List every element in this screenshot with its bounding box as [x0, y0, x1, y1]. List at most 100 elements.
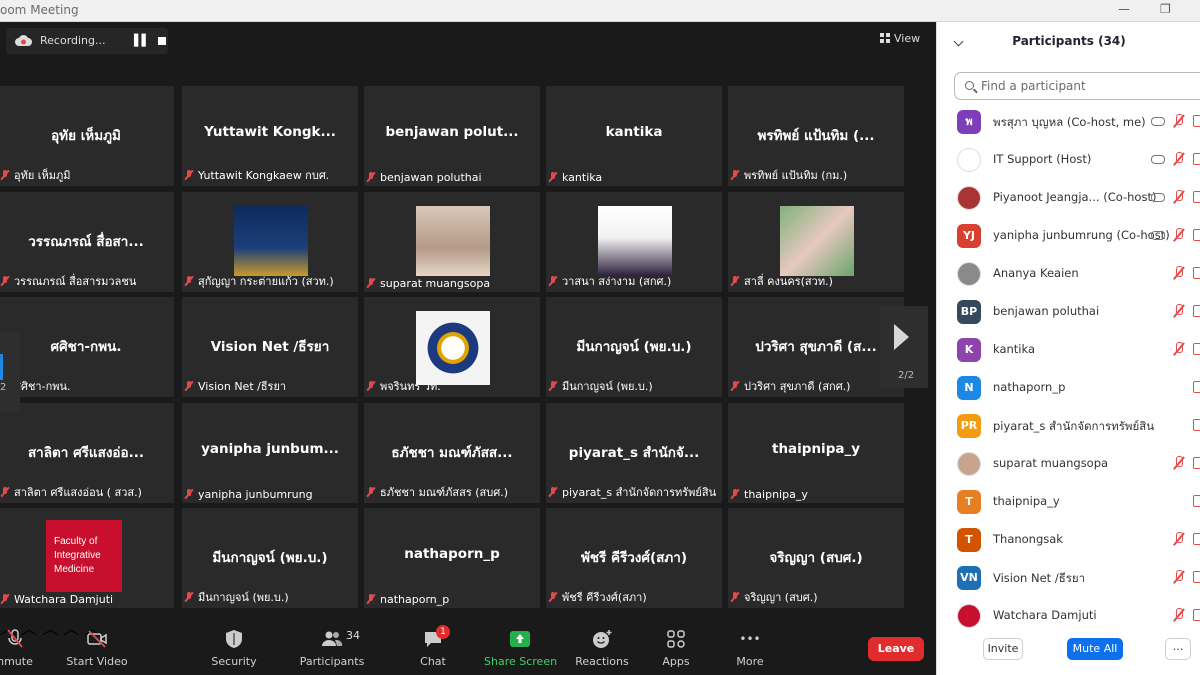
- video-off-icon[interactable]: [1193, 381, 1200, 393]
- mic-muted-icon: [7, 629, 23, 648]
- tile-label-text: วรรณภรณ์ สื่อสารมวลชน: [14, 275, 137, 288]
- panel-more-button[interactable]: ...: [1165, 638, 1191, 660]
- participant-row[interactable]: พ พรสุภา บุญหล (Co-host, me): [937, 103, 1200, 141]
- participant-avatar: PR: [957, 414, 981, 438]
- reactions-button[interactable]: Reactions: [572, 615, 632, 675]
- video-off-icon[interactable]: [1193, 457, 1200, 469]
- participant-row[interactable]: BP benjawan poluthai: [937, 293, 1200, 331]
- muted-mic-icon[interactable]: [1173, 266, 1183, 280]
- participant-row[interactable]: PR piyarat_s สำนักจัดการทรัพย์สิน: [937, 407, 1200, 445]
- apps-button[interactable]: Apps: [652, 615, 700, 675]
- participant-avatar: T: [957, 490, 981, 514]
- muted-mic-icon[interactable]: [1173, 342, 1183, 356]
- video-off-icon[interactable]: [1193, 533, 1200, 545]
- participant-tile[interactable]: สาลี่ คงนคร(สวท.): [728, 192, 904, 292]
- video-off-icon[interactable]: [1193, 305, 1200, 317]
- muted-mic-icon: [548, 172, 558, 182]
- participant-row[interactable]: Kkantika: [937, 331, 1200, 369]
- video-off-icon[interactable]: [1193, 153, 1200, 165]
- participant-tile[interactable]: ศศิชา-กพน. ศศิชา-กพน.: [0, 297, 174, 397]
- participant-tile[interactable]: benjawan polut... benjawan poluthai: [364, 86, 540, 186]
- participant-tile[interactable]: suparat muangsopa: [364, 192, 540, 292]
- participant-tile[interactable]: nathaporn_p nathaporn_p: [364, 508, 540, 608]
- participant-row[interactable]: suparat muangsopa: [937, 445, 1200, 483]
- participant-tile[interactable]: มีนกาญจน์ (พย.บ.) มีนกาญจน์ (พย.บ.): [182, 508, 358, 608]
- participant-row[interactable]: Piyanoot Jeangja... (Co-host): [937, 179, 1200, 217]
- tile-display-name: จริญญา (สบศ.): [769, 550, 863, 566]
- participant-tile[interactable]: วาสนา สง่างาม (สกศ.): [546, 192, 722, 292]
- participant-tile[interactable]: วรรณภรณ์ สื่อสา... วรรณภรณ์ สื่อสารมวลชน: [0, 192, 174, 292]
- video-off-icon[interactable]: [1193, 267, 1200, 279]
- view-button[interactable]: View: [880, 32, 920, 45]
- participant-search[interactable]: [954, 72, 1200, 100]
- participant-tile[interactable]: thaipnipa_y thaipnipa_y: [728, 403, 904, 503]
- participant-tile[interactable]: yanipha junbum... yanipha junbumrung: [182, 403, 358, 503]
- security-button[interactable]: Security: [204, 615, 264, 675]
- recording-label: Recording...: [40, 34, 106, 47]
- participants-button[interactable]: 34 Participants: [298, 615, 366, 675]
- participant-row[interactable]: Watchara Damjuti: [937, 597, 1200, 635]
- stop-recording-button[interactable]: [158, 37, 166, 45]
- muted-mic-icon[interactable]: [1173, 304, 1183, 318]
- mute-all-button[interactable]: Mute All: [1067, 638, 1123, 660]
- muted-mic-icon[interactable]: [1173, 532, 1183, 546]
- more-button[interactable]: ••• More: [726, 615, 774, 675]
- video-off-icon[interactable]: [1193, 571, 1200, 583]
- muted-mic-icon[interactable]: [1173, 608, 1183, 622]
- participant-tile[interactable]: Faculty of Integrative Medicine Watchara Da…: [0, 508, 174, 608]
- minimize-icon[interactable]: —: [1118, 2, 1130, 16]
- video-off-icon[interactable]: [1193, 495, 1200, 507]
- participant-tile[interactable]: piyarat_s สำนักจั... piyarat_s สำนักจัดกา…: [546, 403, 722, 503]
- panel-footer: Invite Mute All ...: [937, 636, 1200, 675]
- video-off-icon[interactable]: [1193, 115, 1200, 127]
- participant-row[interactable]: YJ yanipha junbumrung (Co-host): [937, 217, 1200, 255]
- participant-row[interactable]: VN Vision Net /ธีรยา: [937, 559, 1200, 597]
- participant-tile[interactable]: สาลิตา ศรีแสงอ่อ... สาลิตา ศรีแสงอ่อน ( ส…: [0, 403, 174, 503]
- recording-cloud-icon: [1151, 155, 1165, 164]
- muted-mic-icon[interactable]: [1173, 456, 1183, 470]
- restore-icon[interactable]: ❐: [1160, 2, 1171, 16]
- muted-mic-icon[interactable]: [1173, 190, 1183, 204]
- participant-tile[interactable]: kantika kantika: [546, 86, 722, 186]
- participant-tile[interactable]: มีนกาญจน์ (พย.บ.) มีนกาญจน์ (พย.บ.): [546, 297, 722, 397]
- participant-tile[interactable]: พัชรี คีรีวงศ์(สภา) พัชรี คีรีวงศ์(สภา): [546, 508, 722, 608]
- participant-row[interactable]: Nnathaporn_p: [937, 369, 1200, 407]
- muted-mic-icon[interactable]: [1173, 228, 1183, 242]
- participant-tile[interactable]: พจรินทร์ วท.: [364, 297, 540, 397]
- muted-mic-icon[interactable]: [1173, 114, 1183, 128]
- participant-tile[interactable]: พรทิพย์ แป้นทิม (... พรทิพย์ แป้นทิม (กม.…: [728, 86, 904, 186]
- participants-icon: [322, 631, 343, 646]
- share-screen-button[interactable]: Share Screen: [484, 615, 557, 675]
- participant-row[interactable]: Ananya Keaien: [937, 255, 1200, 293]
- participants-options-chevron-icon[interactable]: ︿: [42, 619, 58, 638]
- video-off-icon[interactable]: [1193, 419, 1200, 431]
- participant-tile[interactable]: อุทัย เห็มภูมิ อุทัย เห็มภูมิ: [0, 86, 174, 186]
- participant-row[interactable]: Tthaipnipa_y: [937, 483, 1200, 521]
- video-off-icon[interactable]: [1193, 609, 1200, 621]
- next-page-button[interactable]: 2/2: [880, 306, 928, 388]
- leave-button[interactable]: Leave: [868, 637, 924, 661]
- muted-mic-icon[interactable]: [1173, 152, 1183, 166]
- participant-tile[interactable]: สุกัญญา กระต่ายแก้ว (สวท.): [182, 192, 358, 292]
- tile-label-text: suparat muangsopa: [380, 277, 491, 290]
- participants-title: Participants (34): [1012, 34, 1126, 48]
- invite-button[interactable]: Invite: [983, 638, 1023, 660]
- pause-recording-button[interactable]: ▌▌: [134, 34, 150, 47]
- muted-mic-icon[interactable]: [1173, 570, 1183, 584]
- participant-tile[interactable]: ธภัชชา มณฑ์ภัสส... ธภัชชา มณฑ์ภัสสร (สบศ.…: [364, 403, 540, 503]
- participant-row[interactable]: IT Support (Host): [937, 141, 1200, 179]
- participant-tile[interactable]: จริญญา (สบศ.) จริญญา (สบศ.): [728, 508, 904, 608]
- video-off-icon[interactable]: [1193, 229, 1200, 241]
- search-input[interactable]: [981, 77, 1200, 95]
- participant-tile[interactable]: ปวริศา สุขภาดี (ส... ปวริศา สุขภาดี (สกศ.…: [728, 297, 904, 397]
- video-off-icon[interactable]: [1193, 343, 1200, 355]
- participant-tile[interactable]: Vision Net /ธีรยา Vision Net /ธีรยา: [182, 297, 358, 397]
- video-off-icon[interactable]: [1193, 191, 1200, 203]
- previous-page-button[interactable]: 2: [0, 332, 20, 412]
- unmute-button[interactable]: nmute: [0, 615, 40, 675]
- muted-mic-icon: [730, 489, 740, 499]
- start-video-button[interactable]: Start Video: [62, 615, 132, 675]
- chat-button[interactable]: 1 Chat: [410, 615, 456, 675]
- participant-tile[interactable]: Yuttawit Kongk... Yuttawit Kongkaew กบศ.: [182, 86, 358, 186]
- participant-row[interactable]: T Thanongsak: [937, 521, 1200, 559]
